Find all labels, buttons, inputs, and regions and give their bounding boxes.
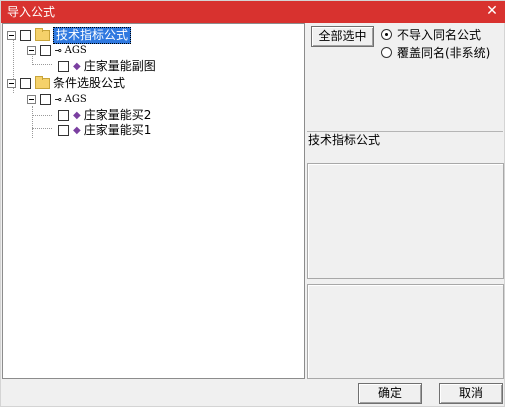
tree-node-label[interactable]: AGS — [65, 92, 87, 107]
folder-icon — [35, 75, 50, 89]
radio-unselected-icon[interactable] — [381, 47, 392, 58]
cancel-button[interactable]: 取消 — [439, 383, 503, 404]
info-panel-bottom — [307, 284, 504, 379]
ok-button[interactable]: 确定 — [358, 383, 422, 404]
folder-icon — [35, 27, 50, 41]
import-formula-dialog: 导入公式 ✕ 技术指标公式 ⊸ AGS ◆ 庄家量能副图 条件选股公式 ⊸ AG… — [0, 0, 505, 407]
radio-selected-icon[interactable] — [381, 29, 392, 40]
checkbox[interactable] — [58, 109, 69, 121]
title-bar: 导入公式 ✕ — [1, 1, 505, 23]
radio-no-import-same-name[interactable]: 不导入同名公式 — [381, 26, 481, 43]
selected-type-text: 技术指标公式 — [307, 131, 503, 155]
radio-label: 不导入同名公式 — [397, 28, 482, 42]
close-icon[interactable]: ✕ — [484, 3, 500, 19]
tree-node-ags-2[interactable]: ⊸ AGS — [27, 91, 87, 107]
checkbox[interactable] — [58, 124, 69, 136]
formula-tree[interactable]: 技术指标公式 ⊸ AGS ◆ 庄家量能副图 条件选股公式 ⊸ AGS ◆ 庄家量… — [2, 23, 305, 379]
select-all-button[interactable]: 全部选中 — [311, 26, 374, 47]
tree-node-label[interactable]: 庄家量能买1 — [84, 123, 152, 138]
tree-guide-branch-2 — [32, 115, 52, 116]
tree-node-stock-filter[interactable]: 条件选股公式 — [7, 75, 125, 91]
radio-overwrite-same-name[interactable]: 覆盖同名(非系统) — [381, 44, 490, 61]
tree-node-label[interactable]: 条件选股公式 — [53, 76, 125, 91]
tree-guide-ags-2 — [32, 106, 33, 138]
tree-node-ags-1[interactable]: ⊸ AGS — [27, 42, 87, 58]
checkbox[interactable] — [20, 77, 31, 89]
radio-label: 覆盖同名(非系统) — [397, 46, 491, 60]
checkbox[interactable] — [20, 29, 31, 41]
formula-icon: ◆ — [73, 124, 81, 136]
formula-icon: ◆ — [73, 109, 81, 121]
tree-node-label[interactable]: 技术指标公式 — [53, 26, 132, 44]
tree-node-tech-indicators[interactable]: 技术指标公式 — [7, 26, 132, 44]
tree-node-label[interactable]: 庄家量能副图 — [84, 59, 156, 74]
tree-guide-branch-1 — [32, 64, 52, 65]
checkbox[interactable] — [40, 44, 51, 56]
collapse-icon[interactable] — [7, 78, 16, 88]
tree-node-label[interactable]: 庄家量能买2 — [84, 108, 152, 123]
collapse-icon[interactable] — [27, 94, 36, 104]
formula-icon: ◆ — [73, 60, 81, 72]
tree-node-label[interactable]: AGS — [65, 43, 87, 58]
key-icon: ⊸ — [55, 92, 62, 106]
key-icon: ⊸ — [55, 43, 62, 57]
info-panel-top — [307, 163, 504, 279]
checkbox[interactable] — [40, 93, 51, 105]
tree-node-buy-1[interactable]: ◆ 庄家量能买1 — [58, 122, 151, 138]
collapse-icon[interactable] — [7, 30, 16, 40]
checkbox[interactable] — [58, 60, 69, 72]
tree-node-buy-2[interactable]: ◆ 庄家量能买2 — [58, 107, 151, 123]
collapse-icon[interactable] — [27, 45, 36, 55]
tree-guide-branch-3 — [32, 128, 52, 129]
tree-node-main-volume[interactable]: ◆ 庄家量能副图 — [58, 58, 156, 74]
window-title: 导入公式 — [7, 5, 56, 19]
